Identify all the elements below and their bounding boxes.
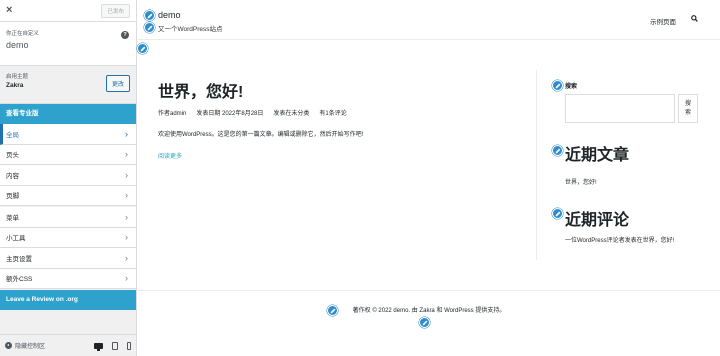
edit-shortcut-menu-icon[interactable] (137, 43, 148, 54)
search-icon[interactable] (691, 15, 698, 22)
sidebar-item-label: 内容 (6, 172, 19, 180)
menu-group-2: 菜单 › 小工具 › 主页设置 › 额外CSS › (0, 207, 136, 289)
edit-shortcut-recent-comments-icon[interactable] (552, 208, 563, 219)
edit-shortcut-recent-posts-icon[interactable] (552, 145, 563, 156)
recent-post-item[interactable]: 世界，您好! (565, 177, 597, 186)
recent-posts-title: 近期文章 (565, 147, 630, 164)
edit-shortcut-footer-bar-icon[interactable] (419, 317, 430, 328)
search-widget-button-label: 搜索 (684, 101, 691, 116)
upgrade-pro-link[interactable]: 查看专业版 (0, 104, 136, 124)
sidebar-item-header[interactable]: 页头 › (0, 144, 136, 165)
content-sidebar-divider (536, 70, 537, 260)
customizing-label: 你正在自定义 (6, 31, 40, 37)
search-widget-button[interactable]: 搜索 (678, 94, 698, 123)
sidebar-item-label: 额外CSS (6, 276, 33, 284)
sidebar-item-menus[interactable]: 菜单 › (0, 207, 136, 228)
sidebar-item-label: 小工具 (6, 235, 26, 243)
post-author[interactable]: 作者admin (158, 108, 186, 117)
post-category[interactable]: 发表在未分类 (273, 108, 309, 117)
published-button[interactable]: 已发布 (101, 3, 130, 18)
chevron-right-icon: › (125, 232, 128, 243)
sidebar-item-additional-css[interactable]: 额外CSS › (0, 268, 136, 289)
sidebar-item-label: 全局 (6, 131, 19, 139)
collapse-icon (5, 342, 12, 349)
search-widget-input[interactable] (565, 94, 675, 123)
edit-shortcut-search-widget-icon[interactable] (552, 80, 563, 91)
post-date[interactable]: 发表日期 2022年8月28日 (196, 108, 263, 117)
site-preview: demo 又一个WordPress站点 示例页面 世界，您好! 作者admin … (137, 0, 720, 356)
chevron-right-icon: › (125, 211, 128, 222)
site-header: demo 又一个WordPress站点 示例页面 (138, 0, 720, 40)
customizer-sidebar: × 已发布 你正在自定义 demo ? 启用主题 Zakra 更改 查看专业版 … (0, 0, 137, 356)
collapse-label: 隐藏控制区 (15, 344, 46, 350)
read-more-link[interactable]: 阅读更多 (158, 151, 182, 160)
collapse-sidebar-button[interactable]: 隐藏控制区 (5, 341, 45, 350)
mobile-device-icon[interactable] (127, 341, 131, 350)
leave-review-link[interactable]: Leave a Review on .org (0, 290, 136, 310)
sidebar-item-label: 菜单 (6, 214, 19, 222)
post-meta: 作者admin 发表日期 2022年8月28日 发表在未分类 有1条评论 (158, 108, 347, 117)
customizing-info: 你正在自定义 demo ? (0, 22, 136, 66)
help-icon[interactable]: ? (121, 31, 129, 39)
edit-shortcut-site-title-icon[interactable] (144, 10, 155, 21)
chevron-right-icon: › (125, 149, 128, 160)
chevron-right-icon: › (125, 273, 128, 284)
footer-divider (138, 290, 720, 291)
close-icon[interactable]: × (6, 5, 12, 16)
menu-group-1: 全局 › 页头 › 内容 › 页脚 › (0, 124, 136, 206)
sidebar-item-widgets[interactable]: 小工具 › (0, 227, 136, 248)
chevron-right-icon: › (125, 169, 128, 180)
chevron-right-icon: › (125, 190, 128, 201)
nav-sample-page[interactable]: 示例页面 (650, 16, 676, 26)
sidebar-item-content[interactable]: 内容 › (0, 165, 136, 186)
customizing-site-name: demo (6, 40, 29, 50)
sidebar-item-footer[interactable]: 页脚 › (0, 185, 136, 206)
post-excerpt: 欢迎使用WordPress。这是您的第一篇文章。编辑或删除它，然后开始写作吧! (158, 132, 364, 138)
post-comments[interactable]: 有1条评论 (319, 108, 346, 117)
sidebar-item-homepage-settings[interactable]: 主页设置 › (0, 248, 136, 269)
sidebar-footer: 隐藏控制区 (0, 334, 136, 356)
site-tagline: 又一个WordPress站点 (158, 26, 223, 33)
chevron-right-icon: › (125, 252, 128, 263)
sidebar-item-label: 页脚 (6, 193, 19, 201)
edit-shortcut-tagline-icon[interactable] (144, 22, 155, 33)
footer-copyright: 著作权 © 2022 demo. 由 Zakra 和 WordPress 提供支… (352, 308, 506, 314)
sidebar-header: × 已发布 (0, 0, 136, 22)
active-theme-section: 启用主题 Zakra 更改 (0, 66, 136, 104)
search-widget-label: 搜索 (565, 84, 578, 90)
sidebar-item-global[interactable]: 全局 › (0, 124, 136, 145)
site-title[interactable]: demo (158, 10, 181, 20)
post-title[interactable]: 世界，您好! (158, 78, 243, 102)
recent-comment-item[interactable]: 一位WordPress评论者发表在世界，您好! (565, 235, 715, 244)
change-theme-button[interactable]: 更改 (105, 75, 130, 92)
device-preview-switcher (94, 341, 131, 351)
sidebar-item-label: 页头 (6, 152, 19, 160)
recent-comments-title: 近期评论 (565, 212, 630, 229)
tablet-device-icon[interactable] (112, 341, 118, 350)
chevron-right-icon: › (125, 128, 128, 139)
desktop-device-icon[interactable] (94, 342, 103, 351)
sidebar-item-label: 主页设置 (6, 255, 32, 263)
